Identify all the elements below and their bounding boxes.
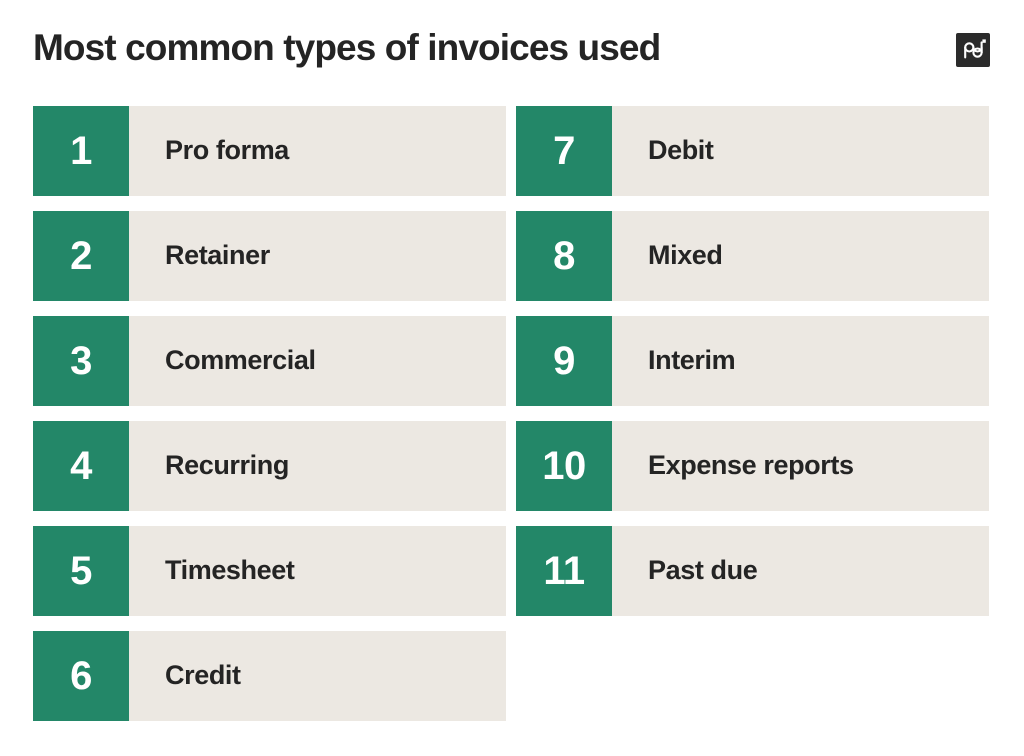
item-label: Expense reports [648, 450, 854, 481]
item-label: Pro forma [165, 135, 289, 166]
page-title: Most common types of invoices used [33, 27, 661, 68]
item-number: 11 [516, 526, 612, 616]
list-item[interactable]: 5 Timesheet [33, 526, 506, 616]
item-number: 7 [516, 106, 612, 196]
list-item[interactable]: 6 Credit [33, 631, 506, 721]
header: Most common types of invoices used [33, 22, 991, 78]
list-item[interactable]: 3 Commercial [33, 316, 506, 406]
item-number: 5 [33, 526, 129, 616]
infographic-page: Most common types of invoices used 1 Pro… [0, 0, 1024, 756]
item-label: Timesheet [165, 555, 295, 586]
list-item[interactable]: 9 Interim [516, 316, 989, 406]
list-item[interactable]: 1 Pro forma [33, 106, 506, 196]
item-label: Debit [648, 135, 714, 166]
item-label: Commercial [165, 345, 316, 376]
item-number: 10 [516, 421, 612, 511]
item-number: 4 [33, 421, 129, 511]
item-label: Retainer [165, 240, 270, 271]
list-item[interactable]: 8 Mixed [516, 211, 989, 301]
item-number: 8 [516, 211, 612, 301]
item-label: Past due [648, 555, 758, 586]
list-item[interactable]: 2 Retainer [33, 211, 506, 301]
item-number: 1 [33, 106, 129, 196]
left-column: 1 Pro forma 2 Retainer 3 Commercial 4 Re… [33, 106, 506, 726]
list-item[interactable]: 11 Past due [516, 526, 989, 616]
pandadoc-logo-icon [956, 33, 990, 67]
invoice-types-list: 1 Pro forma 2 Retainer 3 Commercial 4 Re… [33, 106, 989, 726]
list-item[interactable]: 4 Recurring [33, 421, 506, 511]
item-label: Mixed [648, 240, 723, 271]
item-label: Credit [165, 660, 241, 691]
item-number: 6 [33, 631, 129, 721]
list-item[interactable]: 10 Expense reports [516, 421, 989, 511]
right-column: 7 Debit 8 Mixed 9 Interim 10 Expense rep… [516, 106, 989, 726]
item-label: Recurring [165, 450, 289, 481]
item-number: 3 [33, 316, 129, 406]
item-number: 2 [33, 211, 129, 301]
item-number: 9 [516, 316, 612, 406]
item-label: Interim [648, 345, 736, 376]
list-item[interactable]: 7 Debit [516, 106, 989, 196]
